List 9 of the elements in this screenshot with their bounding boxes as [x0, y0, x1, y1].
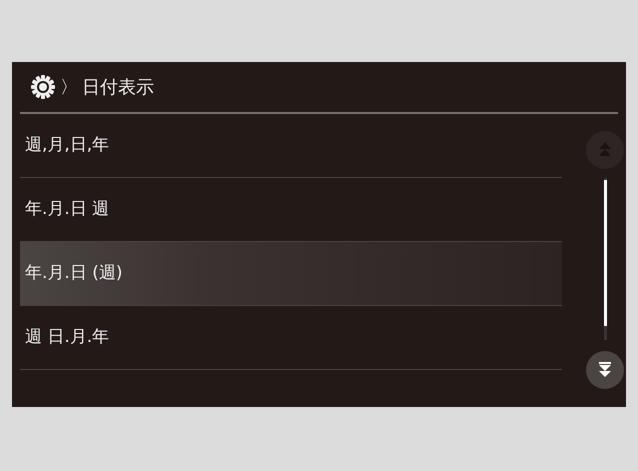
scroll-down-icon [598, 362, 612, 378]
list-item[interactable]: 週 日.月.年 [20, 306, 562, 370]
screen-title: 日付表示 [82, 76, 154, 100]
list-item[interactable]: 週,月,日,年 [20, 114, 562, 178]
settings-icon[interactable] [30, 74, 56, 100]
scrollbar-thumb[interactable] [604, 180, 607, 326]
list-item[interactable]: 年.月.日 (週) [20, 242, 562, 306]
scroll-down-button[interactable] [586, 351, 624, 389]
breadcrumb-separator: 〉 [60, 76, 78, 100]
